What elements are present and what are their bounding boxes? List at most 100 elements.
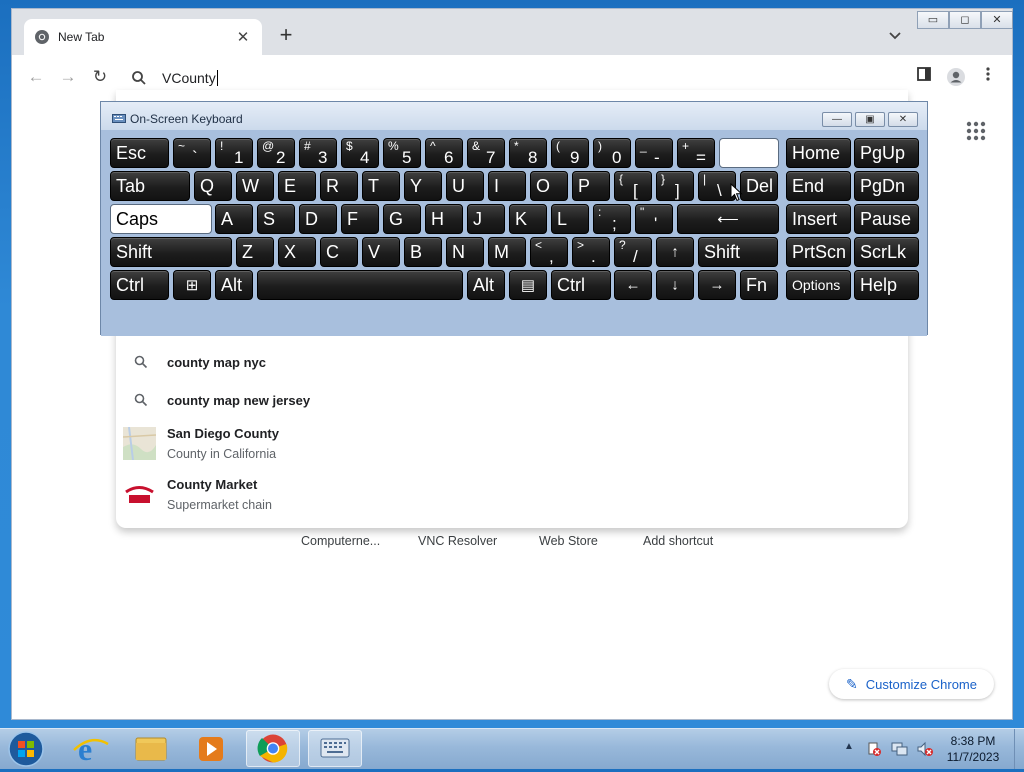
- key-end[interactable]: End: [786, 171, 851, 201]
- key-g[interactable]: G: [383, 204, 421, 234]
- key-blank[interactable]: :;: [593, 204, 631, 234]
- key-windows[interactable]: ⊞: [173, 270, 211, 300]
- key-ctrl[interactable]: Ctrl: [110, 270, 169, 300]
- key-blank[interactable]: {[: [614, 171, 652, 201]
- google-apps-icon[interactable]: [966, 121, 986, 141]
- key-fn[interactable]: Fn: [740, 270, 778, 300]
- taskbar-windows-explorer[interactable]: [124, 730, 178, 767]
- key-esc[interactable]: Esc: [110, 138, 169, 168]
- key-x[interactable]: X: [278, 237, 316, 267]
- key-n[interactable]: N: [446, 237, 484, 267]
- start-button-icon[interactable]: [6, 730, 46, 768]
- key-backspace[interactable]: [719, 138, 779, 168]
- key-5[interactable]: % 5: [383, 138, 421, 168]
- key-4[interactable]: $4: [341, 138, 379, 168]
- close-button[interactable]: ✕: [981, 11, 1013, 29]
- key-c[interactable]: C: [320, 237, 358, 267]
- key-8[interactable]: * 8: [509, 138, 547, 168]
- key-k[interactable]: K: [509, 204, 547, 234]
- suggestion-item[interactable]: county map nyc: [116, 354, 908, 370]
- key-insert[interactable]: Insert: [786, 204, 851, 234]
- profile-button[interactable]: [946, 67, 966, 87]
- osk-minimize-button[interactable]: —: [822, 112, 852, 127]
- key-blank[interactable]: _ -: [635, 138, 673, 168]
- key-alt[interactable]: Alt: [215, 270, 253, 300]
- key-tab[interactable]: Tab: [110, 171, 190, 201]
- minimize-button[interactable]: ▭: [917, 11, 949, 29]
- key-q[interactable]: Q: [194, 171, 232, 201]
- tab-search-button[interactable]: [886, 27, 904, 45]
- key-d[interactable]: D: [299, 204, 337, 234]
- key-3[interactable]: #3: [299, 138, 337, 168]
- key-blank[interactable]: " ': [635, 204, 673, 234]
- key-v[interactable]: V: [362, 237, 400, 267]
- key-u[interactable]: U: [446, 171, 484, 201]
- key-w[interactable]: W: [236, 171, 274, 201]
- key-0[interactable]: ) 0: [593, 138, 631, 168]
- key-l[interactable]: L: [551, 204, 589, 234]
- key-e[interactable]: E: [278, 171, 316, 201]
- key-p[interactable]: P: [572, 171, 610, 201]
- key-up-arrow[interactable]: ↑: [656, 237, 694, 267]
- key-i[interactable]: I: [488, 171, 526, 201]
- taskbar-media-player[interactable]: [184, 730, 238, 767]
- shortcut-web-store[interactable]: Web Store: [539, 534, 598, 548]
- shortcut-vnc-resolver[interactable]: VNC Resolver: [418, 534, 497, 548]
- key-caps[interactable]: Caps: [110, 204, 212, 234]
- key-down-arrow[interactable]: ↓: [656, 270, 694, 300]
- clock[interactable]: 8:38 PM 11/7/2023: [936, 733, 1010, 765]
- taskbar-internet-explorer[interactable]: e: [64, 730, 118, 767]
- forward-button[interactable]: →: [56, 65, 80, 89]
- key-blank[interactable]: <,: [530, 237, 568, 267]
- reload-button[interactable]: ↻: [88, 65, 112, 89]
- key-pause[interactable]: Pause: [854, 204, 919, 234]
- key-menu[interactable]: ▤: [509, 270, 547, 300]
- key-m[interactable]: M: [488, 237, 526, 267]
- key-y[interactable]: Y: [404, 171, 442, 201]
- shortcut-add[interactable]: Add shortcut: [643, 534, 713, 548]
- key-options[interactable]: Options: [786, 270, 851, 300]
- key-1[interactable]: ! 1: [215, 138, 253, 168]
- key-enter[interactable]: ⟵: [677, 204, 779, 234]
- key-s[interactable]: S: [257, 204, 295, 234]
- key-r[interactable]: R: [320, 171, 358, 201]
- taskbar-on-screen-keyboard[interactable]: [308, 730, 362, 767]
- volume-muted-icon[interactable]: [916, 741, 934, 757]
- key-pgdn[interactable]: PgDn: [854, 171, 919, 201]
- side-panel-button[interactable]: [914, 67, 934, 87]
- action-center-icon[interactable]: [866, 741, 882, 757]
- suggestion-item[interactable]: county map new jersey: [116, 392, 908, 408]
- key-f[interactable]: F: [341, 204, 379, 234]
- key-blank[interactable]: ~ `: [173, 138, 211, 168]
- key-9[interactable]: (9: [551, 138, 589, 168]
- key-t[interactable]: T: [362, 171, 400, 201]
- key-help[interactable]: Help: [854, 270, 919, 300]
- key-ctrl[interactable]: Ctrl: [551, 270, 611, 300]
- key-del[interactable]: Del: [740, 171, 778, 201]
- back-button[interactable]: ←: [24, 65, 48, 89]
- show-desktop-button[interactable]: [1014, 729, 1024, 769]
- key-shift[interactable]: Shift: [698, 237, 778, 267]
- tab-new-tab[interactable]: New Tab ✕: [24, 19, 262, 55]
- network-icon[interactable]: [891, 741, 909, 757]
- new-tab-button[interactable]: +: [274, 24, 298, 48]
- key-7[interactable]: & 7: [467, 138, 505, 168]
- key-left-arrow[interactable]: ←: [614, 270, 652, 300]
- maximize-button[interactable]: ◻: [949, 11, 981, 29]
- key-2[interactable]: @2: [257, 138, 295, 168]
- key-blank[interactable]: >.: [572, 237, 610, 267]
- key-space[interactable]: [257, 270, 463, 300]
- key-6[interactable]: ^ 6: [425, 138, 463, 168]
- suggestion-item[interactable]: County Market Supermarket chain: [116, 477, 908, 512]
- menu-button[interactable]: [978, 67, 998, 87]
- key-scrlk[interactable]: ScrLk: [854, 237, 919, 267]
- key-j[interactable]: J: [467, 204, 505, 234]
- omnibox[interactable]: VCounty: [118, 63, 908, 93]
- key-alt[interactable]: Alt: [467, 270, 505, 300]
- suggestion-item[interactable]: San Diego County County in California: [116, 426, 908, 461]
- key-shift[interactable]: Shift: [110, 237, 232, 267]
- osk-close-button[interactable]: ✕: [888, 112, 918, 127]
- taskbar-google-chrome[interactable]: [246, 730, 300, 767]
- key-blank[interactable]: ? /: [614, 237, 652, 267]
- key-prtscn[interactable]: PrtScn: [786, 237, 851, 267]
